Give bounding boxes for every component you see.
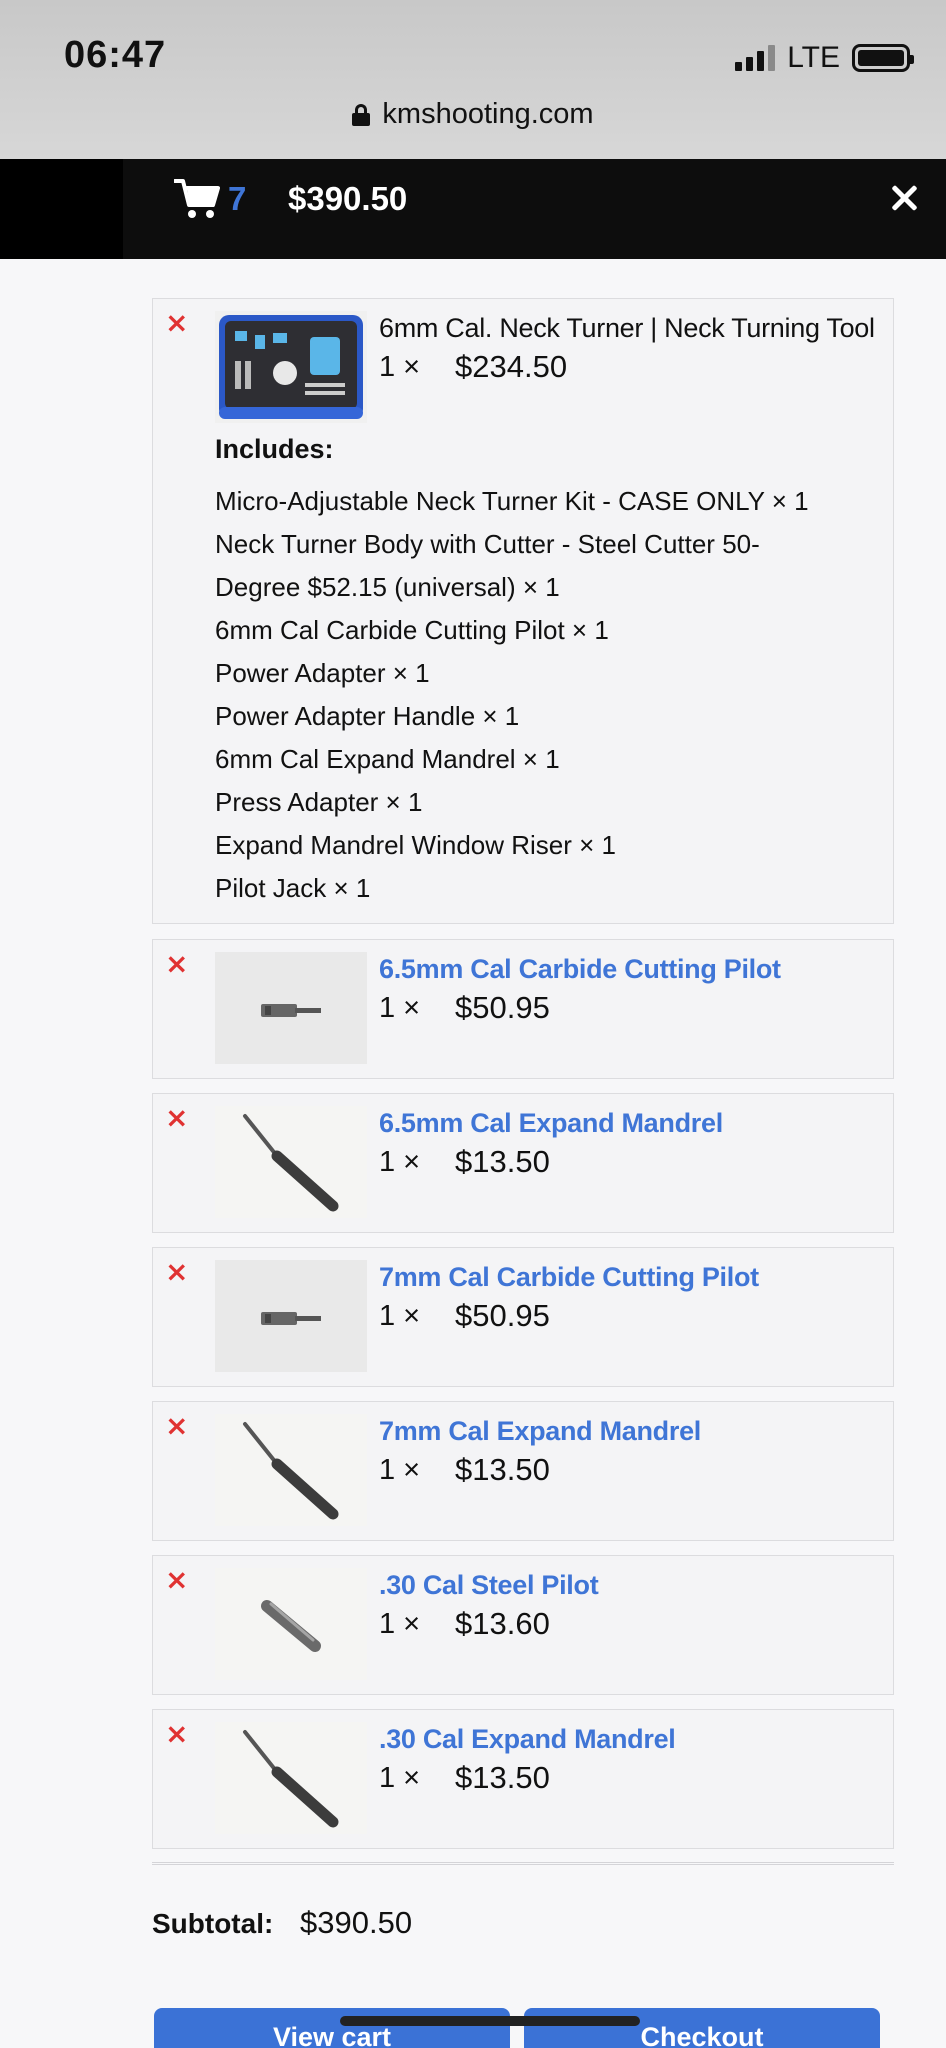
item-quantity: 1 × bbox=[379, 1762, 421, 1794]
item-name-link[interactable]: .30 Cal Steel Pilot bbox=[379, 1570, 599, 1601]
cart-item: × 6.5mm Cal Carbide Cutting Pilot 1 × $5… bbox=[152, 939, 894, 1079]
item-name-link[interactable]: 7mm Cal Carbide Cutting Pilot bbox=[379, 1262, 759, 1293]
includes-item: Degree $52.15 (universal) × 1 bbox=[215, 572, 560, 602]
includes-item: 6mm Cal Carbide Cutting Pilot × 1 bbox=[215, 615, 609, 645]
cart-item: × .30 Cal Expand Mandrel 1 × $13.50 bbox=[152, 1709, 894, 1849]
cart-header bbox=[0, 159, 946, 259]
item-quantity: 1 × bbox=[379, 1454, 421, 1486]
item-name: 6mm Cal. Neck Turner | Neck Turning Tool bbox=[379, 313, 875, 343]
product-thumbnail[interactable] bbox=[215, 952, 367, 1064]
subtotal-label: Subtotal: bbox=[152, 1908, 274, 1939]
includes-item: Micro-Adjustable Neck Turner Kit - CASE … bbox=[215, 486, 809, 516]
includes-item: Power Adapter × 1 bbox=[215, 658, 430, 688]
remove-item-icon[interactable]: × bbox=[165, 1566, 188, 1594]
close-icon[interactable] bbox=[890, 184, 918, 212]
remove-item-icon[interactable]: × bbox=[165, 1104, 188, 1132]
includes-heading: Includes: bbox=[215, 434, 334, 464]
cart-item: × 6.5mm Cal Expand Mandrel 1 × $13.50 bbox=[152, 1093, 894, 1233]
product-thumbnail[interactable] bbox=[215, 1414, 367, 1526]
view-cart-button[interactable]: View cart bbox=[154, 2008, 510, 2048]
includes-list: Micro-Adjustable Neck Turner Kit - CASE … bbox=[215, 480, 815, 910]
divider bbox=[152, 1862, 894, 1865]
includes-item: 6mm Cal Expand Mandrel × 1 bbox=[215, 744, 560, 774]
product-thumbnail[interactable] bbox=[215, 1106, 367, 1218]
home-indicator[interactable] bbox=[340, 2016, 640, 2026]
lock-icon bbox=[352, 103, 371, 126]
item-name-link[interactable]: 6.5mm Cal Carbide Cutting Pilot bbox=[379, 954, 781, 985]
address-bar[interactable]: kmshooting.com bbox=[0, 98, 946, 131]
remove-item-icon[interactable]: × bbox=[165, 1412, 188, 1440]
item-quantity: 1 × bbox=[379, 992, 421, 1024]
product-thumbnail[interactable] bbox=[215, 1260, 367, 1372]
item-quantity: 1 × bbox=[379, 1300, 421, 1332]
item-price: $13.50 bbox=[455, 1144, 550, 1179]
product-thumbnail[interactable] bbox=[215, 1722, 367, 1834]
cart-item: × 7mm Cal Carbide Cutting Pilot 1 × $50.… bbox=[152, 1247, 894, 1387]
remove-item-icon[interactable]: × bbox=[165, 309, 188, 337]
item-name-link[interactable]: .30 Cal Expand Mandrel bbox=[379, 1724, 676, 1755]
cart-item: × 6mm Cal. Neck Turner | Neck Turning To… bbox=[152, 298, 894, 924]
item-quantity: 1 × bbox=[379, 1146, 421, 1178]
includes-item: Press Adapter × 1 bbox=[215, 787, 423, 817]
product-thumbnail[interactable] bbox=[215, 1568, 367, 1680]
item-price: $13.50 bbox=[455, 1760, 550, 1795]
subtotal-value: $390.50 bbox=[300, 1905, 413, 1940]
includes-item: Neck Turner Body with Cutter - Steel Cut… bbox=[215, 529, 760, 559]
network-type: LTE bbox=[787, 41, 840, 74]
shopping-cart-icon[interactable] bbox=[174, 178, 220, 220]
checkout-button[interactable]: Checkout bbox=[524, 2008, 880, 2048]
url-text[interactable]: kmshooting.com bbox=[382, 98, 593, 131]
battery-icon bbox=[852, 44, 914, 72]
item-quantity: 1 × bbox=[379, 351, 421, 383]
cart-item-count[interactable]: 7 bbox=[228, 180, 246, 218]
item-name-link[interactable]: 7mm Cal Expand Mandrel bbox=[379, 1416, 701, 1447]
signal-icon bbox=[735, 45, 776, 71]
product-thumbnail[interactable] bbox=[215, 311, 367, 423]
item-price: $50.95 bbox=[455, 990, 550, 1025]
remove-item-icon[interactable]: × bbox=[165, 950, 188, 978]
includes-item: Power Adapter Handle × 1 bbox=[215, 701, 520, 731]
includes-item: Pilot Jack × 1 bbox=[215, 873, 371, 903]
cart-item: × .30 Cal Steel Pilot 1 × $13.60 bbox=[152, 1555, 894, 1695]
status-time: 06:47 bbox=[64, 34, 167, 76]
status-indicators: LTE bbox=[735, 38, 914, 78]
cart-total: $390.50 bbox=[288, 180, 408, 217]
item-price: $234.50 bbox=[455, 349, 568, 384]
item-quantity: 1 × bbox=[379, 1608, 421, 1640]
item-price: $13.50 bbox=[455, 1452, 550, 1487]
includes-item: Expand Mandrel Window Riser × 1 bbox=[215, 830, 617, 860]
remove-item-icon[interactable]: × bbox=[165, 1258, 188, 1286]
item-price: $50.95 bbox=[455, 1298, 550, 1333]
cart-item: × 7mm Cal Expand Mandrel 1 × $13.50 bbox=[152, 1401, 894, 1541]
remove-item-icon[interactable]: × bbox=[165, 1720, 188, 1748]
status-and-url-bar: 06:47 LTE kmshooting.com bbox=[0, 0, 946, 159]
item-price: $13.60 bbox=[455, 1606, 550, 1641]
item-name-link[interactable]: 6.5mm Cal Expand Mandrel bbox=[379, 1108, 723, 1139]
